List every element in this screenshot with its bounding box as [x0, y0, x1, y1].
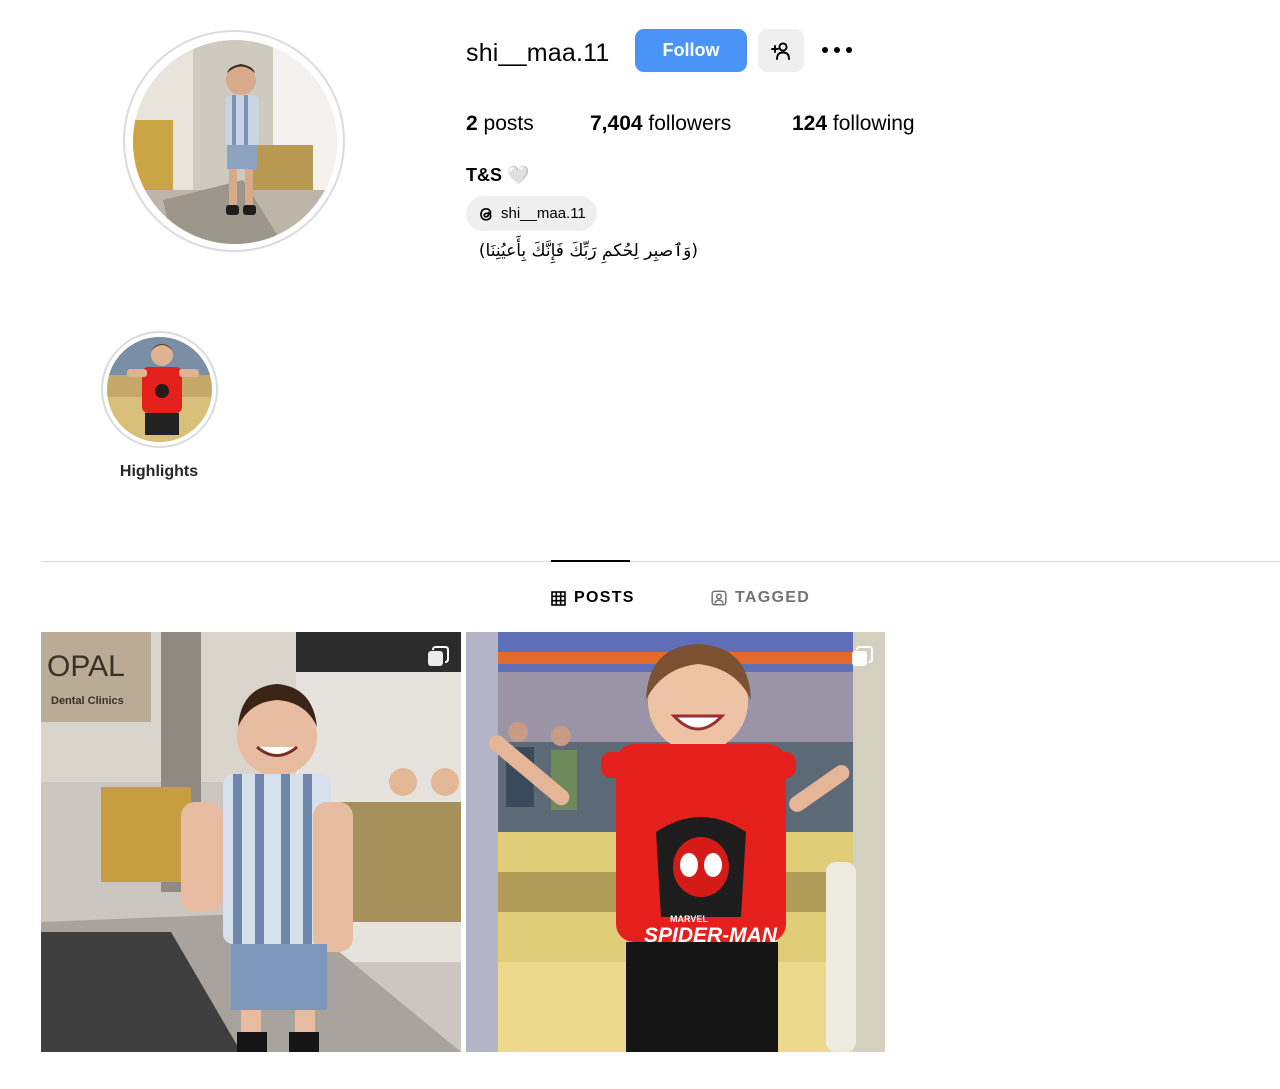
tab-tagged-label: TAGGED	[735, 589, 811, 606]
carousel-icon	[851, 646, 873, 668]
post-photo: OPAL Dental Clinics	[41, 632, 461, 1052]
tab-posts-label: POSTS	[574, 589, 635, 606]
post-sign-subtext: Dental Clinics	[51, 695, 124, 707]
highlight-label: Highlights	[119, 463, 199, 480]
profile-bio: (وَٱصبِر لِحُكمِ رَبِّكَ فَإِنَّكَ بِأَع…	[478, 241, 698, 261]
person-plus-icon	[770, 40, 792, 62]
post-tile[interactable]: OPAL Dental Clinics	[41, 632, 461, 1052]
posts-label: posts	[483, 112, 534, 135]
posts-stat: 2 posts	[466, 110, 534, 138]
tagged-person-icon	[711, 590, 727, 606]
post-sign-text: OPAL	[47, 650, 125, 683]
followers-label: followers	[648, 112, 732, 135]
tab-tagged[interactable]: TAGGED	[711, 586, 810, 610]
threads-logo-icon	[476, 204, 496, 224]
follow-button[interactable]: Follow	[635, 29, 747, 72]
following-label: following	[832, 112, 915, 135]
more-options-button[interactable]	[815, 30, 859, 70]
profile-fullname: T&S 🤍	[466, 165, 530, 185]
posts-count: 2	[466, 112, 478, 135]
shirt-brand-text: MARVEL	[670, 914, 708, 924]
following-stat[interactable]: 124 following	[792, 110, 915, 138]
avatar-photo	[133, 40, 337, 244]
avatar[interactable]	[133, 40, 337, 244]
profile-username: shi__maa.11	[466, 39, 610, 67]
followers-count: 7,404	[590, 112, 643, 135]
followers-stat[interactable]: 7,404 followers	[590, 110, 731, 138]
highlight-cover[interactable]	[107, 337, 212, 442]
three-dots-icon	[821, 46, 853, 54]
carousel-icon	[427, 646, 449, 668]
threads-link[interactable]: shi__maa.11	[466, 196, 597, 231]
post-photo: MARVEL SPIDER-MAN	[466, 632, 885, 1052]
highlight-photo	[107, 337, 212, 442]
following-count: 124	[792, 112, 828, 135]
post-tile[interactable]: MARVEL SPIDER-MAN	[466, 632, 885, 1052]
tab-posts[interactable]: POSTS	[551, 586, 635, 610]
active-tab-indicator	[551, 560, 630, 562]
grid-icon	[551, 590, 566, 606]
suggest-users-button[interactable]	[758, 29, 804, 72]
tabs-divider	[41, 561, 1280, 562]
threads-handle: shi__maa.11	[501, 205, 586, 222]
